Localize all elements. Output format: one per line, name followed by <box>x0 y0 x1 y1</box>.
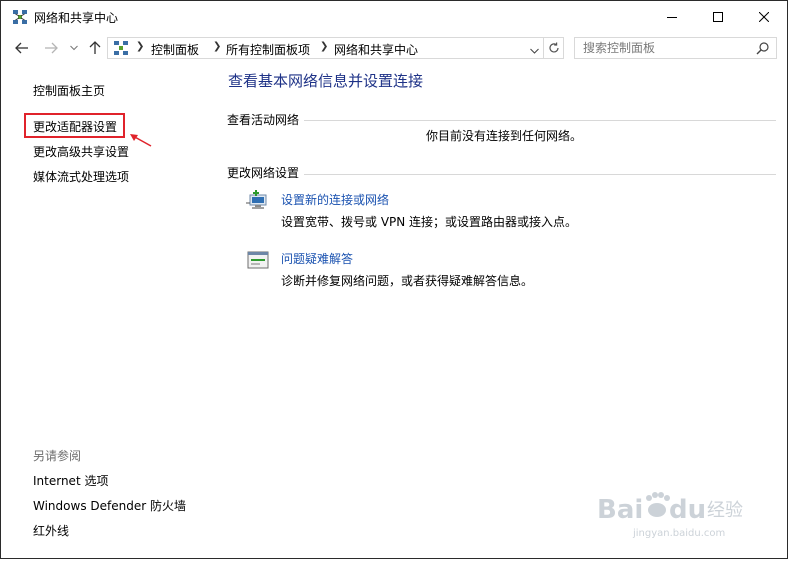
svg-text:经验: 经验 <box>707 500 743 521</box>
sidebar-item-media-streaming[interactable]: 媒体流式处理选项 <box>33 168 129 185</box>
address-history-dropdown[interactable] <box>530 43 539 57</box>
minimize-icon <box>667 16 677 18</box>
see-also-heading: 另请参阅 <box>33 449 82 463</box>
network-center-icon <box>12 9 28 25</box>
navigation-bar: ❯ 控制面板 ❯ 所有控制面板项 ❯ 网络和共享中心 <box>1 33 787 63</box>
see-also-windows-defender-firewall[interactable]: Windows Defender 防火墙 <box>33 497 186 514</box>
chevron-down-icon <box>530 48 539 54</box>
svg-text:du: du <box>669 495 706 525</box>
search-input[interactable] <box>583 40 743 56</box>
address-bar[interactable]: ❯ 控制面板 ❯ 所有控制面板项 ❯ 网络和共享中心 <box>107 37 544 59</box>
up-arrow-icon <box>89 41 101 54</box>
left-navigation-pane: 控制面板主页 更改适配器设置 更改高级共享设置 媒体流式处理选项 另请参阅 In… <box>1 63 216 559</box>
no-network-message: 你目前没有连接到任何网络。 <box>426 129 583 143</box>
red-arrow-icon <box>130 134 152 147</box>
sidebar-item-control-panel-home[interactable]: 控制面板主页 <box>33 82 105 99</box>
troubleshoot-problems-link[interactable]: 问题疑难解答 <box>281 250 353 267</box>
network-sharing-center-window: 网络和共享中心 ❯ 控制面板 ❯ 所有控制面板项 ❯ 网络和共享中心 搜索控制面… <box>0 0 788 559</box>
maximize-icon <box>713 11 723 22</box>
main-content: 查看基本网络信息并设置连接 查看活动网络 你目前没有连接到任何网络。 更改网络设… <box>216 63 788 559</box>
svg-text:jingyan.baidu.com: jingyan.baidu.com <box>632 528 725 539</box>
breadcrumb-all-items[interactable]: 所有控制面板项 <box>226 41 310 58</box>
setup-new-connection-link[interactable]: 设置新的连接或网络 <box>281 191 389 208</box>
troubleshoot-icon <box>246 249 270 271</box>
close-button[interactable] <box>741 1 787 32</box>
troubleshoot-problems-description: 诊断并修复网络问题，或者获得疑难解答信息。 <box>281 274 534 288</box>
breadcrumb-separator-icon: ❯ <box>320 41 329 52</box>
forward-button[interactable] <box>41 39 61 57</box>
section-divider <box>304 174 776 175</box>
sidebar-item-advanced-sharing[interactable]: 更改高级共享设置 <box>33 143 129 160</box>
active-networks-heading: 查看活动网络 <box>227 113 300 127</box>
network-center-icon <box>113 40 129 56</box>
section-divider <box>304 120 776 121</box>
breadcrumb-separator-icon: ❯ <box>213 41 222 52</box>
see-also-infrared[interactable]: 红外线 <box>33 522 69 539</box>
page-title: 查看基本网络信息并设置连接 <box>228 72 424 90</box>
back-arrow-icon <box>15 42 28 54</box>
setup-new-connection-description: 设置宽带、拨号或 VPN 连接；或设置路由器或接入点。 <box>281 215 578 229</box>
search-icon[interactable] <box>756 41 770 58</box>
window-title: 网络和共享中心 <box>34 11 119 25</box>
title-bar: 网络和共享中心 <box>1 1 787 33</box>
up-button[interactable] <box>85 39 105 57</box>
maximize-button[interactable] <box>695 1 741 32</box>
breadcrumb-separator-icon: ❯ <box>136 41 145 52</box>
recent-locations-dropdown[interactable] <box>64 39 84 57</box>
chevron-down-icon <box>70 45 78 51</box>
baidu-jingyan-watermark: Bai du 经验 jingyan.baidu.com <box>597 488 747 540</box>
new-connection-icon <box>246 189 270 211</box>
see-also-internet-options[interactable]: Internet 选项 <box>33 472 108 489</box>
svg-text:Bai: Bai <box>597 495 643 525</box>
close-icon <box>759 11 769 22</box>
minimize-button[interactable] <box>649 1 695 32</box>
back-button[interactable] <box>12 39 32 57</box>
refresh-icon <box>548 42 559 53</box>
search-box[interactable] <box>574 37 777 59</box>
breadcrumb-control-panel[interactable]: 控制面板 <box>151 41 199 58</box>
forward-arrow-icon <box>45 42 58 54</box>
change-network-settings-heading: 更改网络设置 <box>227 166 300 180</box>
refresh-button[interactable] <box>544 37 564 59</box>
sidebar-item-change-adapter-settings[interactable]: 更改适配器设置 <box>33 118 117 135</box>
breadcrumb-network-center[interactable]: 网络和共享中心 <box>334 41 418 58</box>
